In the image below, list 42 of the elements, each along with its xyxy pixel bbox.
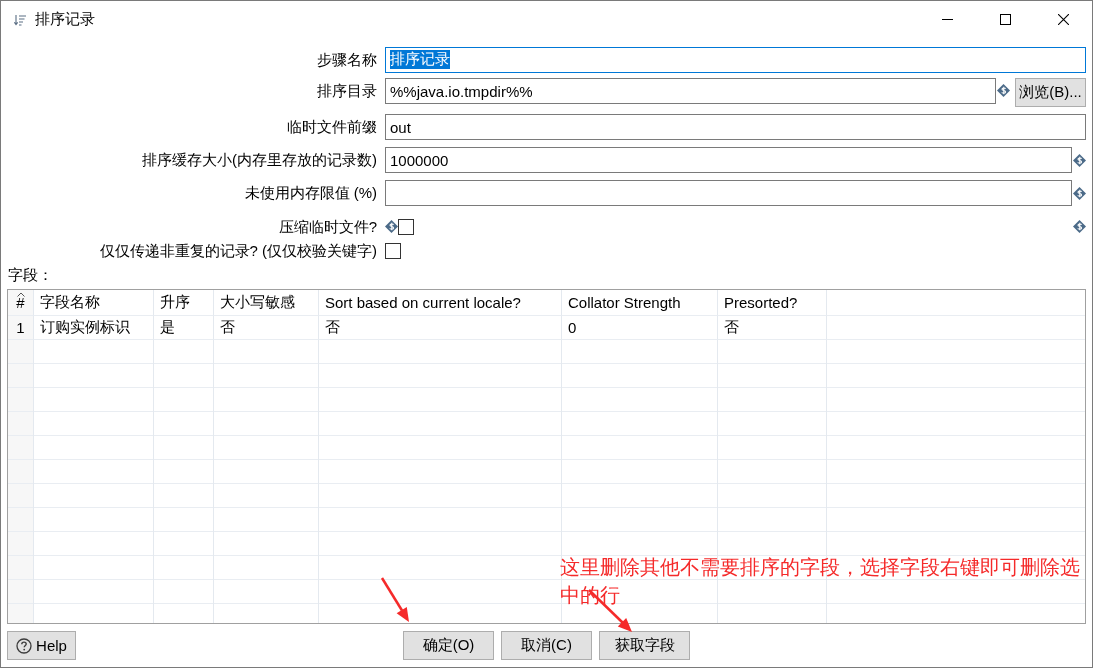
table-cell: 否 [214, 315, 319, 340]
table-cell: 是 [154, 315, 214, 340]
annotation-arrow [380, 577, 409, 622]
field-label: 步骤名称 [316, 49, 377, 70]
browse-button[interactable]: 浏览(B)... [1015, 78, 1086, 107]
checkbox[interactable] [385, 242, 401, 259]
checkbox-label: 压缩临时文件? [277, 216, 377, 237]
checkbox-label: 仅仅传递非重复的记录? (仅仅校验关键字) [98, 240, 377, 261]
text-field[interactable]: out [385, 114, 1086, 140]
section-label: 字段： [8, 265, 53, 285]
column-header[interactable]: Presorted? [718, 289, 827, 316]
table-cell: 订购实例标识 [34, 315, 154, 340]
table-cell: 否 [718, 315, 827, 340]
ok-button[interactable]: 确定(O) [403, 631, 494, 660]
field-label: 排序缓存大小(内存里存放的记录数) [141, 150, 377, 170]
maximize-icon[interactable] [999, 14, 1011, 25]
column-header[interactable]: Sort based on current locale? [319, 289, 562, 316]
sort-caret-icon [16, 291, 25, 297]
window-title: 排序记录 [35, 10, 95, 29]
help-button[interactable]: Help [7, 631, 76, 660]
text-field[interactable] [385, 180, 1072, 206]
column-header[interactable]: Collator Strength [562, 289, 718, 316]
table-cell: 否 [319, 315, 562, 340]
column-header[interactable]: 字段名称 [34, 289, 154, 316]
text-field[interactable]: 排序记录 [385, 46, 1086, 73]
row-number: 1 [8, 315, 34, 340]
field-label: 排序目录 [316, 81, 377, 101]
field-label: 临时文件前缀 [286, 117, 377, 137]
close-icon[interactable] [1057, 14, 1069, 25]
table-cell: 0 [562, 315, 718, 340]
get-fields-button[interactable]: 获取字段 [599, 631, 690, 660]
minimize-icon[interactable] [941, 19, 953, 20]
column-header[interactable]: 升序 [154, 289, 214, 316]
column-header[interactable]: # [8, 289, 34, 316]
field-label: 未使用内存限值 (%) [243, 183, 377, 203]
checkbox[interactable] [398, 218, 414, 235]
text-field[interactable]: 1000000 [385, 147, 1072, 173]
cancel-button[interactable]: 取消(C) [501, 631, 592, 660]
column-header[interactable]: 大小写敏感 [214, 289, 319, 316]
text-field[interactable]: %%java.io.tmpdir%% [385, 78, 996, 104]
help-icon [16, 637, 33, 654]
sort-icon [14, 13, 26, 26]
